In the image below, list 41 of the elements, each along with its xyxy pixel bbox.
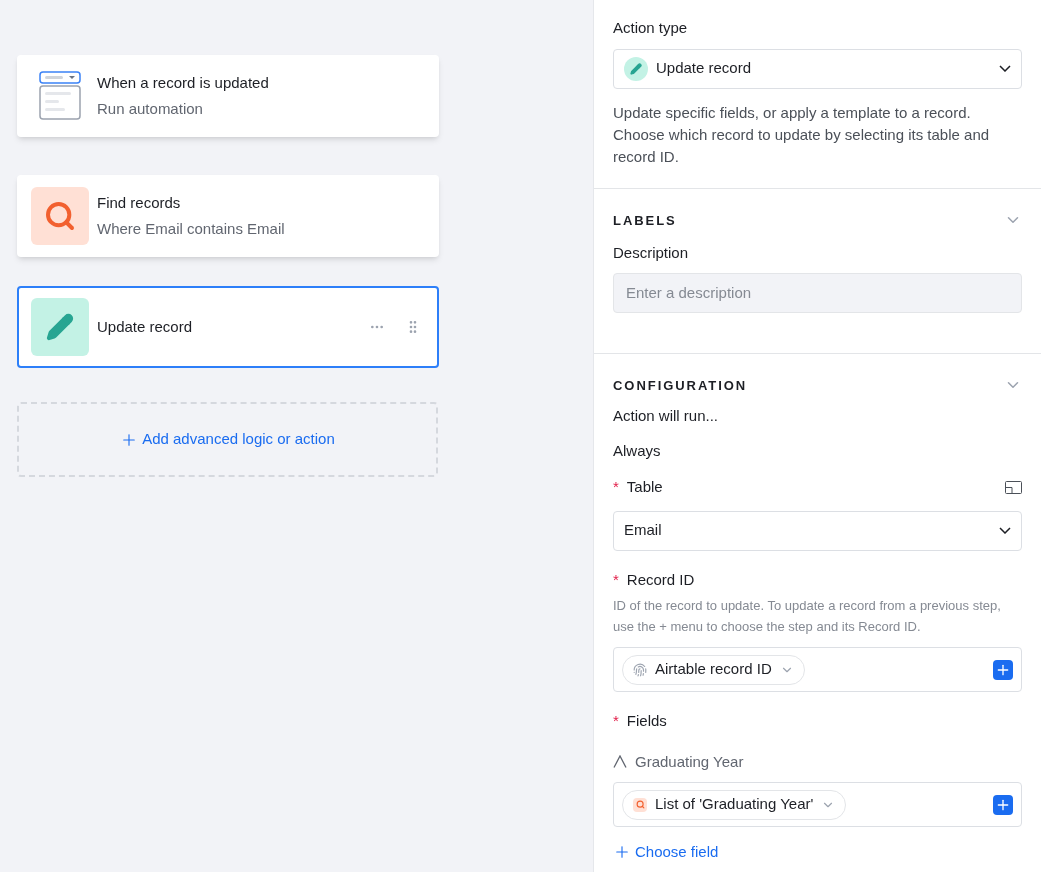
action-type-dropdown[interactable]: Update record	[613, 48, 1022, 89]
step-card[interactable]: Find records Where Email contains Email	[17, 175, 439, 257]
description-input[interactable]: Enter a description	[613, 272, 1022, 313]
run-condition: Always	[613, 440, 662, 461]
step-title: Update record	[97, 316, 194, 337]
step-card[interactable]: When a record is updated Run automation	[17, 55, 439, 137]
field-label: Action will run...	[613, 406, 720, 426]
chevron-down-icon	[999, 65, 1011, 72]
step-subtitle: Run automation	[97, 99, 204, 119]
required-mark: *	[613, 711, 619, 731]
section-heading: LABELS	[613, 211, 677, 230]
field-help: ID of the record to update. To update a record from a previous step, use the + menu to choose the step and its Record ID.	[613, 597, 1002, 636]
pencil-icon	[31, 298, 89, 356]
layout-icon[interactable]	[1005, 480, 1022, 494]
step-subtitle: Where Email contains Email	[97, 219, 286, 239]
field-name: Graduating Year	[635, 751, 744, 772]
field-label: Record ID	[626, 569, 695, 590]
fingerprint-icon	[633, 662, 647, 677]
search-icon	[31, 187, 89, 245]
add-step-button[interactable]: Add advanced logic or action	[17, 402, 438, 477]
field-label: Table	[626, 477, 663, 497]
add-button[interactable]	[993, 659, 1013, 680]
field-label: Description	[613, 243, 690, 263]
dropdown-value: Update record	[656, 58, 753, 79]
text-field-icon	[613, 755, 627, 769]
action-description: Update specific fields, or apply a template to a record. Choose which record to update by selecting its table and record ID.	[613, 102, 991, 167]
section-heading: CONFIGURATION	[613, 376, 748, 395]
step-card[interactable]: Update record	[17, 286, 439, 368]
field-label: Fields	[626, 711, 667, 731]
field-label: Action type	[613, 18, 689, 38]
required-mark: *	[613, 569, 619, 590]
search-icon	[633, 797, 647, 812]
chevron-down-icon	[999, 527, 1011, 534]
pencil-icon	[624, 56, 648, 81]
add-button[interactable]	[993, 794, 1013, 815]
step-title: Find records	[97, 192, 182, 213]
form-icon	[39, 71, 81, 121]
required-mark: *	[613, 477, 619, 497]
choose-field-link[interactable]: Choose field	[613, 841, 1022, 864]
table-dropdown[interactable]: Email	[613, 510, 1022, 551]
step-title: When a record is updated	[97, 72, 270, 93]
